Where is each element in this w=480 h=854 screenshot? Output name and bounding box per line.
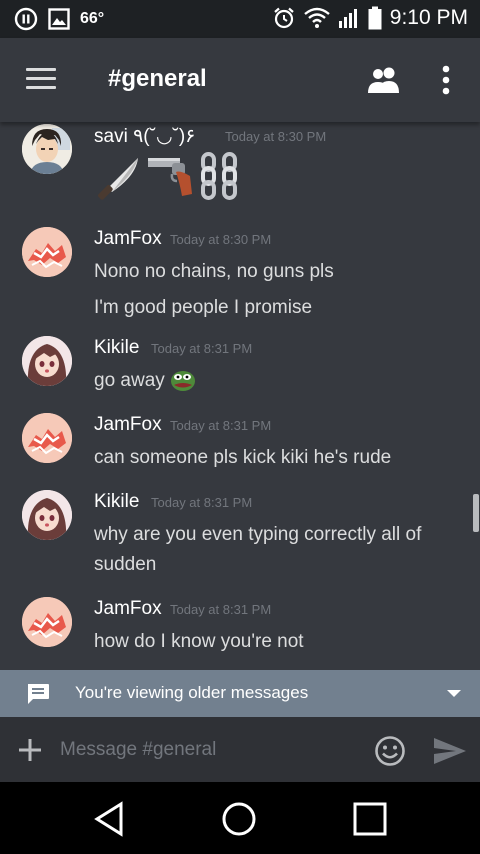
message-composer xyxy=(0,717,480,782)
anime-girl-avatar-icon xyxy=(22,490,72,540)
clock: 9:10 PM xyxy=(389,6,468,29)
scrollbar-thumb[interactable] xyxy=(473,494,479,532)
older-messages-label: You're viewing older messages xyxy=(75,683,309,702)
red-fox-avatar-icon xyxy=(22,227,72,277)
message-timestamp: Today at 8:30 PM xyxy=(170,232,272,247)
message-author[interactable]: JamFox xyxy=(94,598,162,620)
send-icon[interactable] xyxy=(433,737,467,765)
home-icon[interactable] xyxy=(220,800,258,838)
anime-girl-avatar-icon xyxy=(22,336,72,386)
gun-emoji xyxy=(148,158,192,196)
message-text: sudden xyxy=(94,554,157,575)
wifi-icon xyxy=(304,7,330,28)
older-messages-bar[interactable]: You're viewing older messages xyxy=(0,670,480,717)
channel-title: #general xyxy=(108,65,207,92)
avatar[interactable] xyxy=(22,490,72,540)
anime-boy-avatar-icon xyxy=(22,124,72,174)
message-author[interactable]: savi ٩(˘◡˘)۶ xyxy=(94,125,195,148)
members-icon[interactable] xyxy=(366,66,402,94)
message-text: I'm good people I promise xyxy=(94,297,313,318)
chevron-down-icon[interactable] xyxy=(446,689,462,699)
message-author[interactable]: JamFox xyxy=(94,228,162,250)
signal-icon xyxy=(338,9,357,28)
message-author[interactable]: Kikile xyxy=(94,491,139,513)
avatar[interactable] xyxy=(22,597,72,647)
message-text: how do I know you're not xyxy=(94,631,304,652)
message-text: Nono no chains, no guns pls xyxy=(94,261,334,282)
add-attachment-icon[interactable] xyxy=(18,738,42,762)
message-input[interactable] xyxy=(60,733,350,767)
avatar[interactable] xyxy=(22,124,72,174)
avatar[interactable] xyxy=(22,336,72,386)
message-text: can someone pls kick kiki he's rude xyxy=(94,447,392,468)
message-author[interactable]: JamFox xyxy=(94,414,162,436)
status-bar: 66° 9:10 PM xyxy=(0,0,480,38)
red-fox-avatar-icon xyxy=(22,413,72,463)
pause-icon xyxy=(14,7,38,31)
message-list[interactable]: savi ٩(˘◡˘)۶ Today at 8:30 PM JamFox Tod… xyxy=(0,122,480,670)
recents-icon[interactable] xyxy=(351,800,389,838)
message-timestamp: Today at 8:31 PM xyxy=(170,418,272,433)
chains-emoji xyxy=(201,152,237,200)
avatar[interactable] xyxy=(22,413,72,463)
image-icon xyxy=(48,8,70,30)
message-timestamp: Today at 8:30 PM xyxy=(225,129,327,144)
message-timestamp: Today at 8:31 PM xyxy=(151,341,253,356)
red-fox-avatar-icon xyxy=(22,597,72,647)
message-timestamp: Today at 8:31 PM xyxy=(170,602,272,617)
android-nav-bar xyxy=(0,782,480,854)
menu-icon[interactable] xyxy=(26,68,56,90)
message-text: go away xyxy=(94,370,165,391)
more-options-icon[interactable] xyxy=(434,64,458,96)
back-icon[interactable] xyxy=(91,800,129,838)
emoji-icon[interactable] xyxy=(374,735,406,767)
battery-icon xyxy=(368,6,382,30)
chat-bubble-icon xyxy=(28,684,49,704)
temperature: 66° xyxy=(80,10,105,27)
knife-emoji xyxy=(98,158,138,200)
alarm-icon xyxy=(274,7,294,29)
message-timestamp: Today at 8:31 PM xyxy=(151,495,253,510)
avatar[interactable] xyxy=(22,227,72,277)
message-text: why are you even typing correctly all of xyxy=(94,524,422,545)
pepe-emoji xyxy=(171,371,195,391)
app-bar: #general xyxy=(0,38,480,122)
message-author[interactable]: Kikile xyxy=(94,337,139,359)
